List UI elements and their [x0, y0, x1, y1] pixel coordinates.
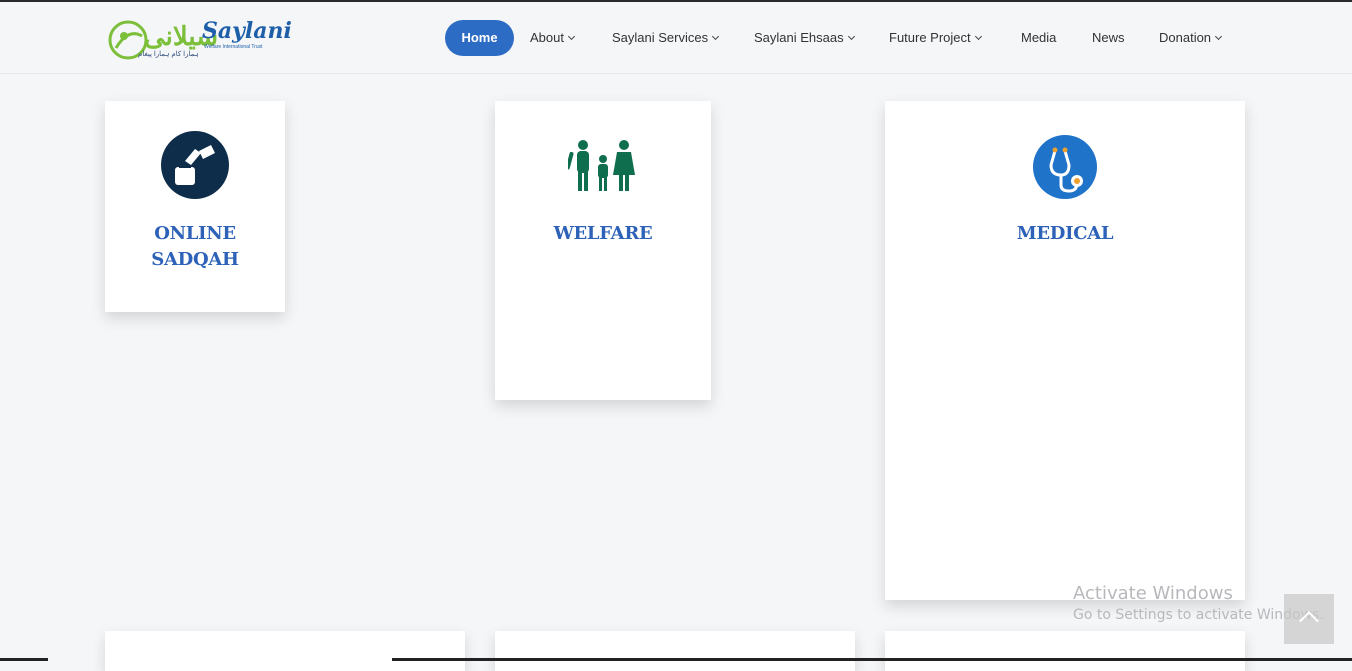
- chevron-down-icon: [974, 32, 982, 41]
- card-row2-3[interactable]: [885, 631, 1245, 671]
- chevron-down-icon: [847, 32, 855, 41]
- chevron-down-icon: [567, 32, 576, 41]
- family-icon: [568, 140, 635, 191]
- nav-home-label: Home: [461, 30, 498, 45]
- nav-media[interactable]: Media: [1021, 20, 1056, 56]
- nav-saylani-services-label: Saylani Services: [612, 30, 709, 45]
- chevron-down-icon: [1215, 32, 1223, 41]
- card-title-online: ONLINE: [154, 223, 236, 244]
- nav-saylani-services[interactable]: Saylani Services: [612, 20, 720, 56]
- nav-news-label: News: [1092, 30, 1125, 45]
- card-title-welfare: WELFARE: [553, 223, 653, 244]
- activate-windows-title: Activate Windows: [1073, 583, 1233, 604]
- nav-future-project-label: Future Project: [889, 30, 971, 45]
- card-welfare[interactable]: WELFARE: [495, 101, 711, 400]
- back-to-top-button[interactable]: [1284, 594, 1334, 644]
- nav-media-label: Media: [1021, 30, 1057, 45]
- site-header: سیلانی Saylani Welfare International Tru…: [0, 2, 1352, 74]
- donation-box-icon: [161, 131, 229, 199]
- card-title-medical: MEDICAL: [1016, 223, 1114, 244]
- nav-news[interactable]: News: [1092, 20, 1125, 56]
- nav-about-label: About: [530, 30, 564, 45]
- card-online-sadqah[interactable]: ONLINE SADQAH: [105, 101, 285, 312]
- nav-saylani-ehsaas[interactable]: Saylani Ehsaas: [754, 20, 855, 56]
- card-row2-2[interactable]: [495, 631, 855, 671]
- nav-about[interactable]: About: [530, 20, 576, 56]
- stethoscope-icon: [1033, 135, 1097, 199]
- chevron-down-icon: [712, 32, 720, 41]
- chevron-up-icon: [1299, 611, 1319, 631]
- card-title-sadqah: SADQAH: [151, 249, 239, 270]
- card-medical[interactable]: MEDICAL: [885, 101, 1245, 600]
- nav-donation[interactable]: Donation: [1159, 20, 1223, 56]
- main-nav: Home About Saylani Services Saylani Ehsa…: [0, 20, 1352, 56]
- card-row2-1[interactable]: [105, 631, 465, 671]
- nav-saylani-ehsaas-label: Saylani Ehsaas: [754, 30, 844, 45]
- nav-donation-label: Donation: [1159, 30, 1212, 45]
- nav-future-project[interactable]: Future Project: [889, 20, 982, 56]
- nav-home[interactable]: Home: [445, 20, 514, 56]
